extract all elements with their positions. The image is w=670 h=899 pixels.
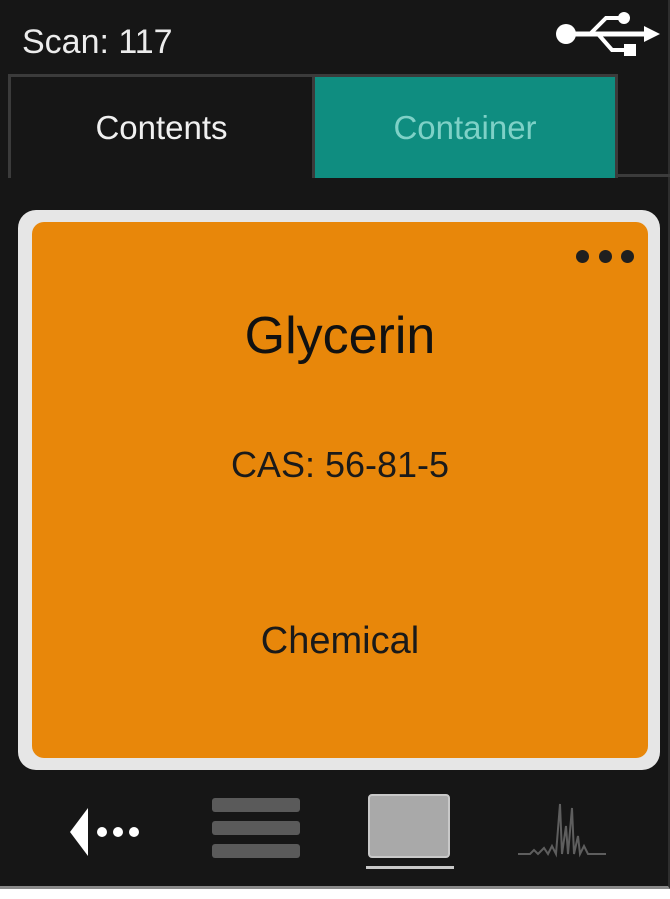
- tab-container-label: Container: [393, 108, 537, 146]
- usb-icon: [556, 12, 660, 56]
- back-arrow-icon[interactable]: [66, 804, 146, 860]
- device-screen: Scan: 117 Contents Container Glycerin CA…: [0, 0, 670, 889]
- tab-contents-label: Contents: [95, 108, 228, 146]
- dot: [576, 249, 589, 263]
- selected-indicator: [366, 866, 454, 869]
- list-line: [212, 798, 300, 812]
- card-view-icon[interactable]: [366, 794, 454, 874]
- dot: [598, 249, 612, 263]
- list-line: [212, 821, 300, 835]
- result-card[interactable]: Glycerin CAS: 56-81-5 Chemical: [32, 222, 648, 758]
- tab-contents[interactable]: Contents: [8, 74, 312, 178]
- chemical-category: Chemical: [260, 620, 420, 662]
- status-bar: Scan: 117: [0, 0, 668, 72]
- dot: [621, 249, 634, 263]
- tab-container[interactable]: Container: [312, 74, 618, 178]
- cas-number: CAS: 56-81-5: [230, 444, 450, 485]
- scan-counter: Scan: 117: [22, 23, 173, 61]
- tab-divider: [618, 174, 670, 177]
- chemical-name: Glycerin: [244, 307, 436, 365]
- list-line: [212, 844, 300, 858]
- tab-bar: Contents Container: [8, 74, 670, 184]
- list-icon[interactable]: [212, 796, 300, 860]
- card-view-square: [368, 794, 450, 858]
- bottom-nav: [0, 780, 668, 880]
- more-dots-icon[interactable]: [576, 248, 634, 264]
- spectrum-icon[interactable]: [516, 796, 608, 862]
